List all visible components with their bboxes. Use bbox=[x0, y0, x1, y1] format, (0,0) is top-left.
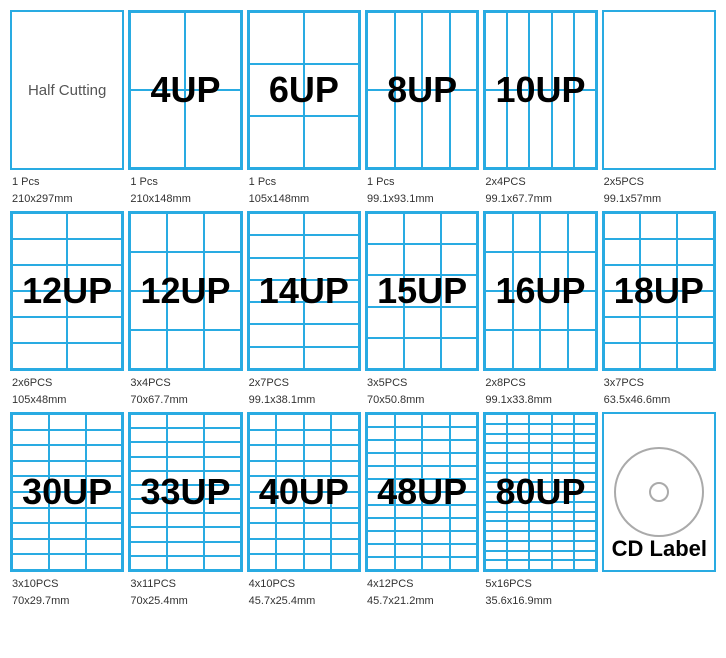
box-12up-b: 12UP bbox=[128, 211, 242, 371]
box-10up: 10UP bbox=[483, 10, 597, 170]
info-80up: 5x16PCS35.6x16.9mm bbox=[483, 576, 597, 609]
box-half-cutting: Half Cutting bbox=[10, 10, 124, 170]
box-80up: 80UP bbox=[483, 412, 597, 572]
box-15up: 15UP bbox=[365, 211, 479, 371]
cell-cdlabel[interactable]: CD Label bbox=[602, 412, 716, 609]
box-12up-a: 12UP bbox=[10, 211, 124, 371]
cd-outer-circle bbox=[614, 447, 704, 537]
info-8up: 1 Pcs99.1x93.1mm bbox=[365, 174, 479, 207]
info-30up: 3x10PCS70x29.7mm bbox=[10, 576, 124, 609]
box-14up: 14UP bbox=[247, 211, 361, 371]
info-4up: 1 Pcs210x148mm bbox=[128, 174, 242, 207]
info-16up: 2x8PCS99.1x33.8mm bbox=[483, 375, 597, 408]
info-12up-b: 3x4PCS70x67.7mm bbox=[128, 375, 242, 408]
info-48up: 4x12PCS45.7x21.2mm bbox=[365, 576, 479, 609]
box-33up: 33UP bbox=[128, 412, 242, 572]
info-dummy1: 2x5PCS99.1x57mm bbox=[602, 174, 716, 207]
cell-48up[interactable]: 48UP 4x12PCS45.7x21.2mm bbox=[365, 412, 479, 609]
info-6up: 1 Pcs105x148mm bbox=[247, 174, 361, 207]
cell-12up-b[interactable]: 12UP 3x4PCS70x67.7mm bbox=[128, 211, 242, 408]
box-18up: 18UP bbox=[602, 211, 716, 371]
cd-inner-circle bbox=[649, 482, 669, 502]
info-10up: 2x4PCS99.1x67.7mm bbox=[483, 174, 597, 207]
cell-80up[interactable]: 80UP 5x16PCS35.6x16.9mm bbox=[483, 412, 597, 609]
info-18up: 3x7PCS63.5x46.6mm bbox=[602, 375, 716, 408]
box-48up: 48UP bbox=[365, 412, 479, 572]
info-12up-a: 2x6PCS105x48mm bbox=[10, 375, 124, 408]
cell-16up[interactable]: 16UP 2x8PCS99.1x33.8mm bbox=[483, 211, 597, 408]
cell-18up[interactable]: 18UP 3x7PCS63.5x46.6mm bbox=[602, 211, 716, 408]
cell-4up[interactable]: 4UP 1 Pcs210x148mm bbox=[128, 10, 242, 207]
cell-15up[interactable]: 15UP 3x5PCS70x50.8mm bbox=[365, 211, 479, 408]
box-cdlabel: CD Label bbox=[602, 412, 716, 572]
cell-6up[interactable]: 6UP 1 Pcs105x148mm bbox=[247, 10, 361, 207]
box-dummy1 bbox=[602, 10, 716, 170]
cell-30up[interactable]: 30UP 3x10PCS70x29.7mm bbox=[10, 412, 124, 609]
box-6up: 6UP bbox=[247, 10, 361, 170]
info-half-cutting: 1 Pcs210x297mm bbox=[10, 174, 124, 207]
box-30up: 30UP bbox=[10, 412, 124, 572]
half-cutting-label: Half Cutting bbox=[28, 80, 106, 101]
info-40up: 4x10PCS45.7x25.4mm bbox=[247, 576, 361, 609]
label-grid: Half Cutting 1 Pcs210x297mm4UP 1 Pcs210x14… bbox=[10, 10, 716, 609]
cell-half-cutting[interactable]: Half Cutting 1 Pcs210x297mm bbox=[10, 10, 124, 207]
cell-40up[interactable]: 40UP 4x10PCS45.7x25.4mm bbox=[247, 412, 361, 609]
cell-10up[interactable]: 10UP 2x4PCS99.1x67.7mm bbox=[483, 10, 597, 207]
box-8up: 8UP bbox=[365, 10, 479, 170]
box-16up: 16UP bbox=[483, 211, 597, 371]
box-4up: 4UP bbox=[128, 10, 242, 170]
cell-dummy1[interactable]: 2x5PCS99.1x57mm bbox=[602, 10, 716, 207]
info-33up: 3x11PCS70x25.4mm bbox=[128, 576, 242, 609]
cell-33up[interactable]: 33UP 3x11PCS70x25.4mm bbox=[128, 412, 242, 609]
info-15up: 3x5PCS70x50.8mm bbox=[365, 375, 479, 408]
cell-8up[interactable]: 8UP 1 Pcs99.1x93.1mm bbox=[365, 10, 479, 207]
cell-12up-a[interactable]: 12UP 2x6PCS105x48mm bbox=[10, 211, 124, 408]
cd-label-text: CD Label bbox=[612, 536, 707, 562]
info-14up: 2x7PCS99.1x38.1mm bbox=[247, 375, 361, 408]
cell-14up[interactable]: 14UP 2x7PCS99.1x38.1mm bbox=[247, 211, 361, 408]
box-40up: 40UP bbox=[247, 412, 361, 572]
